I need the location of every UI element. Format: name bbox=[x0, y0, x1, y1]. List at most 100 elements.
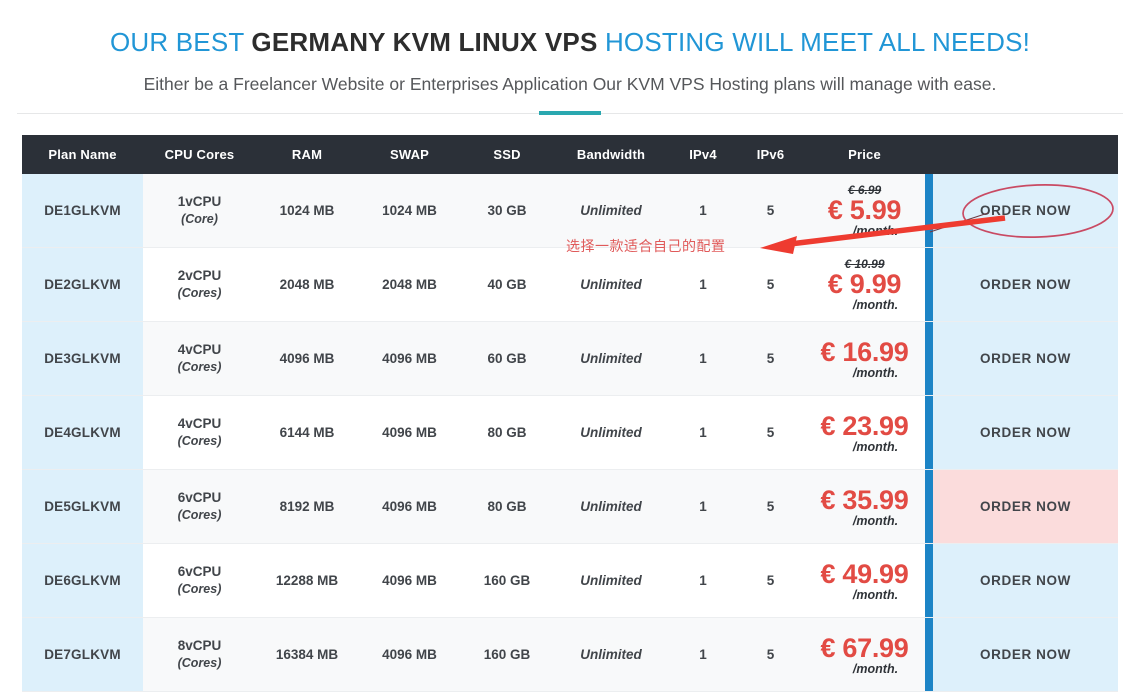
table-body: DE1GLKVM 1vCPU (Core) 1024 MB 1024 MB 30 GB Un… bbox=[22, 174, 1118, 692]
cell-ipv4: 1 bbox=[669, 543, 737, 619]
cell-bandwidth: Unlimited bbox=[553, 174, 669, 249]
price-period: /month. bbox=[852, 513, 899, 528]
cell-ssd: 160 GB bbox=[461, 543, 553, 619]
section-divider bbox=[0, 111, 1140, 117]
cpu-unit: (Cores) bbox=[177, 285, 222, 300]
cell-price: € 67.99/month. bbox=[804, 617, 925, 692]
cell-separator bbox=[925, 247, 933, 323]
price-current: € 67.99 bbox=[820, 632, 909, 663]
page-title-part2: HOSTING WILL MEET ALL NEEDS! bbox=[597, 27, 1031, 57]
cell-price: € 10.99 € 9.99/month. bbox=[804, 247, 925, 323]
cell-ipv6: 5 bbox=[737, 247, 804, 323]
cell-plan-name: DE2GLKVM bbox=[22, 247, 143, 323]
cell-ipv4: 1 bbox=[669, 469, 737, 545]
page-subtitle: Either be a Freelancer Website or Enterp… bbox=[143, 73, 997, 94]
pricing-table: Plan Name CPU Cores RAM SWAP SSD Bandwid… bbox=[22, 135, 1118, 692]
cell-bandwidth: Unlimited bbox=[553, 543, 669, 619]
price-current: € 23.99 bbox=[820, 410, 909, 441]
cell-cpu-cores: 6vCPU (Cores) bbox=[143, 543, 256, 619]
page-title-strong: GERMANY KVM LINUX VPS bbox=[251, 27, 598, 57]
cell-cpu-cores: 4vCPU (Cores) bbox=[143, 395, 256, 471]
cell-ipv4: 1 bbox=[669, 321, 737, 397]
cpu-count: 4vCPU bbox=[177, 415, 222, 431]
cell-separator bbox=[925, 469, 933, 545]
cpu-unit: (Cores) bbox=[177, 433, 222, 448]
cell-price: € 6.99 € 5.99/month. bbox=[804, 174, 925, 249]
cell-cpu-cores: 6vCPU (Cores) bbox=[143, 469, 256, 545]
order-now-button[interactable]: ORDER NOW bbox=[933, 247, 1118, 323]
cell-plan-name: DE7GLKVM bbox=[22, 617, 143, 692]
cell-price: € 35.99/month. bbox=[804, 469, 925, 545]
order-now-button[interactable]: ORDER NOW bbox=[933, 395, 1118, 471]
cell-swap: 1024 MB bbox=[358, 174, 461, 249]
cpu-count: 6vCPU bbox=[177, 489, 222, 505]
cell-separator bbox=[925, 174, 933, 249]
table-header: Plan Name CPU Cores RAM SWAP SSD Bandwid… bbox=[22, 135, 1118, 175]
price-period: /month. bbox=[852, 661, 899, 676]
table-row: DE2GLKVM 2vCPU (Cores) 2048 MB 2048 MB 40 GB U… bbox=[22, 247, 1118, 323]
price-period: /month. bbox=[852, 439, 899, 454]
cpu-unit: (Cores) bbox=[177, 359, 222, 374]
order-now-button[interactable]: ORDER NOW bbox=[933, 543, 1118, 619]
pricing-table-wrap: Plan Name CPU Cores RAM SWAP SSD Bandwid… bbox=[22, 135, 1118, 692]
cell-swap: 2048 MB bbox=[358, 247, 461, 323]
cell-ssd: 80 GB bbox=[461, 469, 553, 545]
page-title: OUR BEST GERMANY KVM LINUX VPS HOSTING W… bbox=[0, 26, 1140, 59]
table-row: DE6GLKVM 6vCPU (Cores) 12288 MB 4096 MB 160 G… bbox=[22, 543, 1118, 619]
col-swap: SWAP bbox=[358, 135, 461, 175]
col-bandwidth: Bandwidth bbox=[553, 135, 669, 175]
col-ipv4: IPv4 bbox=[669, 135, 737, 175]
price-current: € 49.99 bbox=[820, 558, 909, 589]
col-plan-name: Plan Name bbox=[22, 135, 143, 175]
cell-ram: 6144 MB bbox=[256, 395, 358, 471]
cell-bandwidth: Unlimited bbox=[553, 469, 669, 545]
cell-ipv6: 5 bbox=[737, 174, 804, 249]
cell-ram: 12288 MB bbox=[256, 543, 358, 619]
cell-cpu-cores: 8vCPU (Cores) bbox=[143, 617, 256, 692]
cell-plan-name: DE4GLKVM bbox=[22, 395, 143, 471]
cell-bandwidth: Unlimited bbox=[553, 395, 669, 471]
order-now-button[interactable]: ORDER NOW bbox=[933, 174, 1118, 249]
cell-ipv6: 5 bbox=[737, 543, 804, 619]
cell-ipv6: 5 bbox=[737, 617, 804, 692]
price-period: /month. bbox=[852, 298, 899, 312]
cpu-unit: (Cores) bbox=[177, 507, 222, 522]
cell-ipv6: 5 bbox=[737, 321, 804, 397]
cell-separator bbox=[925, 543, 933, 619]
cell-separator bbox=[925, 321, 933, 397]
cell-ssd: 30 GB bbox=[461, 174, 553, 249]
order-now-button[interactable]: ORDER NOW bbox=[933, 321, 1118, 397]
order-now-button[interactable]: ORDER NOW bbox=[933, 617, 1118, 692]
cpu-count: 1vCPU bbox=[177, 193, 222, 209]
col-ram: RAM bbox=[256, 135, 358, 175]
cell-plan-name: DE3GLKVM bbox=[22, 321, 143, 397]
cell-ipv4: 1 bbox=[669, 395, 737, 471]
table-row: DE5GLKVM 6vCPU (Cores) 8192 MB 4096 MB 80 GB U… bbox=[22, 469, 1118, 545]
cell-plan-name: DE5GLKVM bbox=[22, 469, 143, 545]
cell-bandwidth: Unlimited bbox=[553, 321, 669, 397]
cell-bandwidth: Unlimited bbox=[553, 247, 669, 323]
order-now-button[interactable]: ORDER NOW bbox=[933, 469, 1118, 545]
cell-ssd: 80 GB bbox=[461, 395, 553, 471]
cell-swap: 4096 MB bbox=[358, 543, 461, 619]
price-period: /month. bbox=[852, 224, 899, 238]
cell-ipv4: 1 bbox=[669, 174, 737, 249]
cpu-unit: (Core) bbox=[181, 211, 218, 226]
cpu-count: 2vCPU bbox=[177, 267, 222, 283]
divider-accent bbox=[539, 111, 601, 116]
page-title-part1: OUR BEST bbox=[109, 27, 252, 57]
cell-separator bbox=[925, 395, 933, 471]
cell-ram: 1024 MB bbox=[256, 174, 358, 249]
cell-swap: 4096 MB bbox=[358, 321, 461, 397]
price-current: € 35.99 bbox=[820, 484, 909, 515]
table-row: DE3GLKVM 4vCPU (Cores) 4096 MB 4096 MB 60 GB U… bbox=[22, 321, 1118, 397]
cpu-count: 8vCPU bbox=[177, 637, 222, 653]
table-row: DE7GLKVM 8vCPU (Cores) 16384 MB 4096 MB 160 G… bbox=[22, 617, 1118, 692]
cell-ssd: 40 GB bbox=[461, 247, 553, 323]
cell-swap: 4096 MB bbox=[358, 617, 461, 692]
col-ipv6: IPv6 bbox=[737, 135, 804, 175]
table-row: DE1GLKVM 1vCPU (Core) 1024 MB 1024 MB 30 GB Un… bbox=[22, 174, 1118, 249]
cell-plan-name: DE6GLKVM bbox=[22, 543, 143, 619]
cell-price: € 23.99/month. bbox=[804, 395, 925, 471]
price-current: € 5.99 bbox=[827, 195, 902, 225]
